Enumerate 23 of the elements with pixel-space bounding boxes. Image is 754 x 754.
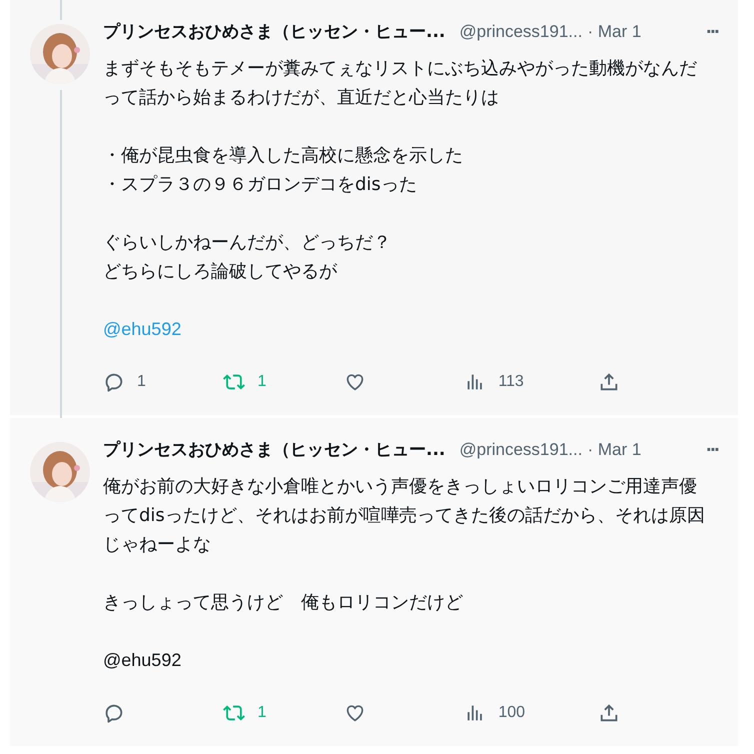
author-handle[interactable]: @princess191... — [459, 22, 582, 42]
action-count: 113 — [498, 373, 524, 391]
tweet-text: きっしょって思うけど 俺もロリコンだけど — [103, 591, 464, 615]
tweet-text: ・俺が昆虫食を導入した高校に懸念を示した — [103, 144, 464, 168]
tweet-text: 俺がお前の大好きな小倉唯とかいう声優をきっしょいロリコンご用達声優ってdisったけど、それはお前が喧嘩売ってきた後の話だから、それは原因じゃねーよな — [103, 475, 706, 557]
tweet-text: ぐらいしかねーんだが、どっちだ？ — [103, 231, 392, 255]
more-button[interactable]: ··· — [706, 440, 718, 459]
tweet-text: ・スプラ３の９６ガロンデコをdisった — [103, 173, 418, 197]
tweet-text: どちらにしろ論破してやるが — [103, 260, 338, 284]
action-count: 100 — [498, 704, 526, 722]
tweet-date[interactable]: · Mar 1 — [587, 440, 642, 460]
speech-bubble-icon[interactable] — [103, 371, 125, 393]
more-button[interactable]: ··· — [706, 22, 718, 41]
tweet-date[interactable]: · Mar 1 — [587, 22, 642, 42]
author-name[interactable]: プリンセスおひめさま（ヒッセン・ヒュー... — [103, 20, 446, 43]
mention-text: @ehu592 — [103, 649, 182, 672]
speech-bubble-icon[interactable] — [103, 702, 125, 724]
action-count: 1 — [137, 373, 146, 391]
action-count: 1 — [257, 704, 266, 722]
author-name[interactable]: プリンセスおひめさま（ヒッセン・ヒュー... — [103, 438, 446, 461]
action-count: 1 — [257, 373, 266, 391]
tweet-text: まずそもそもテメーが糞みてぇなリストにぶち込みやがった動機がなんだって話から始まるわけだが、直近だと心当たりは — [103, 57, 698, 110]
author-handle[interactable]: @princess191... — [459, 440, 582, 460]
